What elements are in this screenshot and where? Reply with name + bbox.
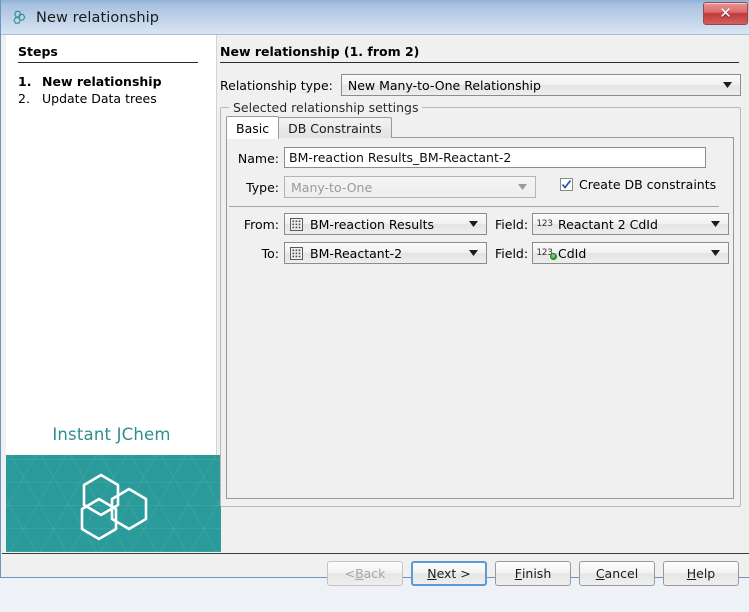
name-label: Name: [235, 151, 279, 166]
chevron-down-icon [465, 221, 482, 227]
chevron-down-icon [465, 250, 482, 256]
relationship-type-select[interactable]: New Many-to-One Relationship [341, 74, 741, 96]
help-button-mnemonic: H [687, 566, 696, 581]
cancel-button[interactable]: Cancel [579, 561, 655, 586]
help-button[interactable]: Help [663, 561, 739, 586]
create-db-constraints-checkbox[interactable]: Create DB constraints [560, 177, 716, 192]
from-table-value: BM-reaction Results [308, 217, 465, 232]
window-title: New relationship [36, 10, 159, 26]
name-input[interactable] [284, 147, 706, 168]
step-number: 2. [18, 90, 42, 107]
type-select: Many-to-One [284, 176, 536, 198]
step-number: 1. [18, 73, 42, 90]
cancel-button-post: ancel [605, 566, 639, 581]
help-button-post: elp [696, 566, 715, 581]
chevron-down-icon [719, 82, 736, 88]
next-button-mnemonic: N [427, 566, 436, 581]
cancel-button-mnemonic: C [596, 566, 605, 581]
relationship-type-value: New Many-to-One Relationship [342, 78, 719, 93]
tab-label: Basic [236, 121, 269, 136]
table-grid-icon [289, 246, 304, 260]
checkbox-box [560, 178, 573, 191]
steps-heading: Steps [18, 44, 198, 63]
to-field-select[interactable]: 123 CdId [532, 242, 729, 264]
main-pane: New relationship (1. from 2) Relationshi… [218, 35, 745, 552]
back-button: < Back [327, 561, 403, 586]
window-bottom-strip [3, 604, 749, 612]
new-relationship-dialog: New relationship ✕ Steps 1. New relation… [0, 0, 749, 578]
to-table-select[interactable]: BM-Reactant-2 [284, 242, 487, 264]
check-icon [561, 179, 572, 190]
numeric-123-key-icon: 123 [537, 246, 552, 260]
selected-relationship-settings-group: Selected relationship settings Basic DB … [220, 107, 741, 507]
relationship-type-label: Relationship type: [220, 78, 333, 93]
next-button-post: ext > [437, 566, 471, 581]
table-grid-icon [289, 217, 304, 231]
from-field-label: Field: [495, 217, 528, 232]
group-title: Selected relationship settings [229, 100, 422, 115]
hexagon-cluster-logo-icon [68, 465, 160, 546]
tab-db-constraints[interactable]: DB Constraints [278, 117, 392, 138]
form-separator [229, 206, 719, 207]
branding-panel [6, 455, 221, 552]
basic-tab-panel: Name: Type: Many-to-One [226, 137, 734, 499]
tab-strip: Basic DB Constraints [226, 116, 392, 138]
back-button-pre: < [345, 566, 355, 581]
relationship-type-row: Relationship type: New Many-to-One Relat… [220, 74, 741, 96]
finish-button[interactable]: Finish [495, 561, 571, 586]
checkbox-label: Create DB constraints [579, 177, 716, 192]
back-button-post: ack [364, 566, 386, 581]
chevron-down-icon [707, 221, 724, 227]
finish-button-post: inish [522, 566, 551, 581]
to-label: To: [235, 246, 279, 261]
dialog-content: Steps 1. New relationship 2. Update Data… [2, 35, 749, 577]
finish-button-mnemonic: F [515, 566, 522, 581]
close-icon: ✕ [719, 6, 732, 21]
step-label: New relationship [42, 73, 162, 90]
back-button-mnemonic: B [355, 566, 364, 581]
title-bar: New relationship ✕ [1, 0, 749, 35]
to-table-value: BM-Reactant-2 [308, 246, 465, 261]
steps-pane: Steps 1. New relationship 2. Update Data… [6, 35, 217, 552]
button-bar: < Back Next > Finish Cancel Help [2, 553, 749, 577]
tab-label: DB Constraints [288, 121, 382, 136]
to-field-value: CdId [556, 246, 707, 261]
chevron-down-icon [707, 250, 724, 256]
close-button[interactable]: ✕ [703, 2, 748, 25]
steps-list: 1. New relationship 2. Update Data trees [18, 73, 208, 107]
next-button[interactable]: Next > [411, 561, 487, 586]
product-name: Instant JChem [6, 425, 217, 444]
to-field-label: Field: [495, 246, 528, 261]
step-item-new-relationship: 1. New relationship [18, 73, 208, 90]
page-title: New relationship (1. from 2) [220, 44, 739, 63]
divider [2, 553, 749, 554]
step-label: Update Data trees [42, 90, 157, 107]
from-label: From: [235, 217, 279, 232]
step-item-update-data-trees: 2. Update Data trees [18, 90, 208, 107]
type-value: Many-to-One [285, 180, 514, 195]
hexagon-cluster-icon [11, 9, 28, 26]
from-field-value: Reactant 2 CdId [556, 217, 707, 232]
chevron-down-icon [514, 184, 531, 190]
from-field-select[interactable]: 123 Reactant 2 CdId [532, 213, 729, 235]
type-label: Type: [235, 180, 279, 195]
from-table-select[interactable]: BM-reaction Results [284, 213, 487, 235]
tab-basic[interactable]: Basic [226, 116, 279, 139]
numeric-123-icon: 123 [537, 217, 552, 231]
